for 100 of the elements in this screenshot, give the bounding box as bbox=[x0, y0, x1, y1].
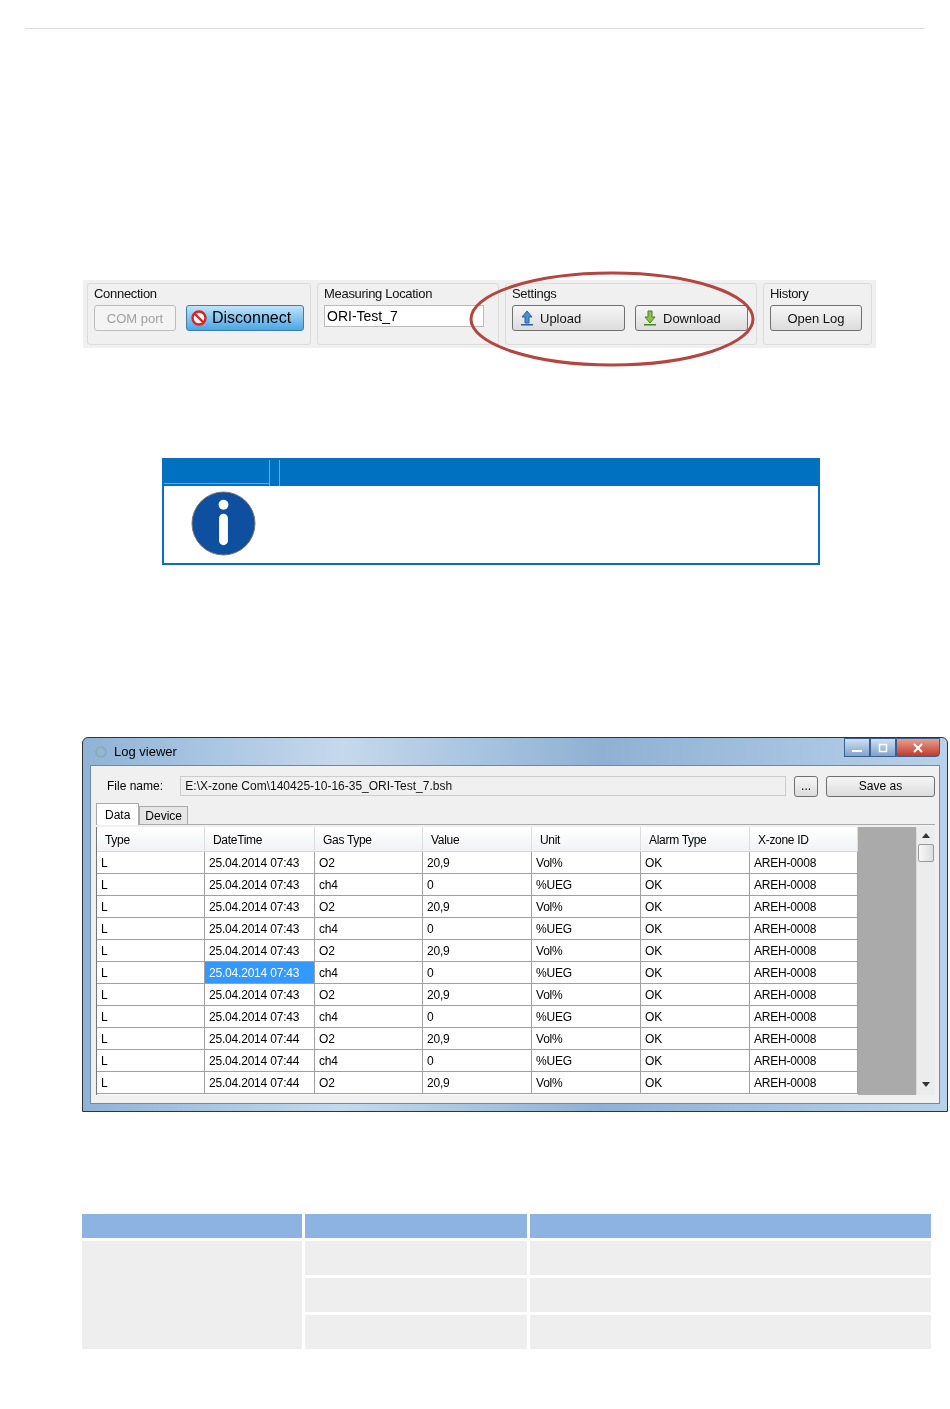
minimize-icon bbox=[852, 749, 862, 752]
table-cell: O2 bbox=[315, 940, 423, 962]
table-cell: 0 bbox=[423, 962, 532, 984]
minimize-button[interactable] bbox=[844, 738, 870, 757]
table-cell: ch4 bbox=[315, 874, 423, 896]
table-cell: OK bbox=[641, 918, 750, 940]
table-cell: 20,9 bbox=[423, 852, 532, 874]
table-cell: ch4 bbox=[315, 1006, 423, 1028]
no-entry-icon bbox=[191, 310, 207, 326]
window-title: Log viewer bbox=[114, 744, 178, 759]
table-cell: L bbox=[97, 1006, 205, 1028]
table-cell: 20,9 bbox=[423, 984, 532, 1006]
table-cell: AREH-0008 bbox=[750, 1072, 858, 1094]
column-header[interactable]: Unit bbox=[532, 827, 641, 852]
table-cell: OK bbox=[641, 940, 750, 962]
upload-button[interactable]: Upload bbox=[512, 305, 625, 331]
table-cell: AREH-0008 bbox=[750, 1006, 858, 1028]
table-cell: L bbox=[97, 1028, 205, 1050]
table-cell: OK bbox=[641, 1072, 750, 1094]
table-cell: AREH-0008 bbox=[750, 896, 858, 918]
table-cell: Vol% bbox=[532, 984, 641, 1006]
table-cell: L bbox=[97, 852, 205, 874]
info-icon bbox=[191, 491, 256, 556]
scroll-up-icon[interactable] bbox=[922, 833, 930, 838]
table-cell: 25.04.2014 07:43 bbox=[205, 918, 315, 940]
scrollbar[interactable] bbox=[916, 827, 935, 1095]
column-header[interactable]: X-zone ID bbox=[750, 827, 858, 852]
tab[interactable]: Device bbox=[139, 806, 189, 824]
save-as-button[interactable]: Save as bbox=[826, 775, 935, 797]
table-cell: 25.04.2014 07:44 bbox=[205, 1072, 315, 1094]
table-cell: Vol% bbox=[532, 852, 641, 874]
table-cell: 20,9 bbox=[423, 940, 532, 962]
table-cell: OK bbox=[641, 984, 750, 1006]
browse-button[interactable]: ... bbox=[794, 775, 818, 797]
table-cell: ch4 bbox=[315, 1050, 423, 1072]
table-cell: 0 bbox=[423, 1050, 532, 1072]
table-cell: AREH-0008 bbox=[750, 874, 858, 896]
table-cell: AREH-0008 bbox=[750, 984, 858, 1006]
file-name-label: File name: bbox=[106, 779, 165, 793]
group-title: Settings bbox=[512, 286, 558, 301]
table-cell: AREH-0008 bbox=[750, 1028, 858, 1050]
table-cell: 25.04.2014 07:43 bbox=[205, 1006, 315, 1028]
table-cell: 25.04.2014 07:44 bbox=[205, 1050, 315, 1072]
close-icon bbox=[913, 742, 923, 753]
table-cell: L bbox=[97, 940, 205, 962]
table-cell: L bbox=[97, 896, 205, 918]
up-arrow-icon bbox=[519, 310, 535, 326]
table-cell: O2 bbox=[315, 896, 423, 918]
disconnect-button[interactable]: Disconnect bbox=[186, 305, 304, 331]
table-cell: Vol% bbox=[532, 1072, 641, 1094]
scroll-thumb[interactable] bbox=[918, 844, 934, 862]
column-header[interactable]: DateTime bbox=[205, 827, 315, 852]
table-cell: OK bbox=[641, 962, 750, 984]
tab[interactable]: Data bbox=[96, 803, 140, 825]
table-cell: OK bbox=[641, 1006, 750, 1028]
open-log-button[interactable]: Open Log bbox=[770, 305, 862, 331]
table-cell: %UEG bbox=[532, 962, 641, 984]
table-cell: 25.04.2014 07:43 bbox=[205, 962, 315, 984]
table-cell: %UEG bbox=[532, 1006, 641, 1028]
table-cell: %UEG bbox=[532, 918, 641, 940]
group-title: Measuring Location bbox=[324, 286, 434, 301]
table-cell: 0 bbox=[423, 1006, 532, 1028]
close-button[interactable] bbox=[896, 738, 940, 757]
group-title: History bbox=[770, 286, 810, 301]
table-cell: OK bbox=[641, 1028, 750, 1050]
file-path-field[interactable]: E:\X-zone Com\140425-10-16-35_ORI-Test_7.bsh bbox=[180, 776, 787, 796]
table-cell: 25.04.2014 07:44 bbox=[205, 1028, 315, 1050]
column-header[interactable]: Alarm Type bbox=[641, 827, 750, 852]
table-cell: 25.04.2014 07:43 bbox=[205, 874, 315, 896]
table-cell: AREH-0008 bbox=[750, 918, 858, 940]
table-cell: ch4 bbox=[315, 962, 423, 984]
table-cell: O2 bbox=[315, 1072, 423, 1094]
table-cell: OK bbox=[641, 896, 750, 918]
table-cell: L bbox=[97, 1072, 205, 1094]
column-header[interactable]: Gas Type bbox=[315, 827, 423, 852]
maximize-button[interactable] bbox=[870, 738, 896, 757]
down-arrow-icon bbox=[642, 310, 658, 326]
table-cell: L bbox=[97, 874, 205, 896]
table-cell: ch4 bbox=[315, 918, 423, 940]
table-cell: OK bbox=[641, 874, 750, 896]
maximize-icon bbox=[878, 742, 888, 753]
table-cell: L bbox=[97, 1050, 205, 1072]
table-cell: 0 bbox=[423, 918, 532, 940]
table-cell: %UEG bbox=[532, 874, 641, 896]
table-cell: O2 bbox=[315, 1028, 423, 1050]
scroll-down-icon[interactable] bbox=[922, 1082, 930, 1087]
column-header[interactable]: Type bbox=[97, 827, 205, 852]
table-cell: AREH-0008 bbox=[750, 962, 858, 984]
table-cell: L bbox=[97, 984, 205, 1006]
table-cell: AREH-0008 bbox=[750, 940, 858, 962]
table-cell: L bbox=[97, 918, 205, 940]
table-cell: OK bbox=[641, 852, 750, 874]
table-cell: O2 bbox=[315, 852, 423, 874]
table-cell: AREH-0008 bbox=[750, 852, 858, 874]
download-button[interactable]: Download bbox=[635, 305, 748, 331]
location-field[interactable]: ORI-Test_7 bbox=[324, 305, 484, 327]
table-cell: O2 bbox=[315, 984, 423, 1006]
column-header[interactable]: Value bbox=[423, 827, 532, 852]
table-cell: 20,9 bbox=[423, 1072, 532, 1094]
table-cell: 25.04.2014 07:43 bbox=[205, 896, 315, 918]
